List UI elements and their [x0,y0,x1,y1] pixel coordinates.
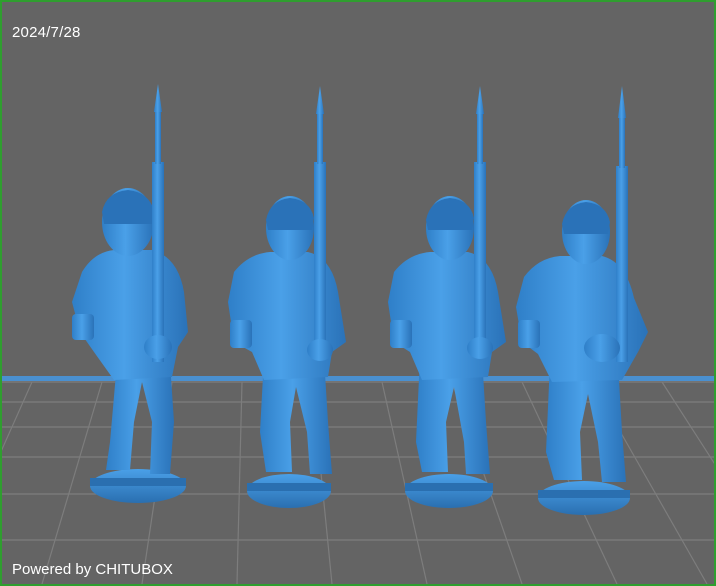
soldier-figure-1[interactable] [72,84,188,503]
scene-canvas[interactable] [2,2,714,584]
powered-by-label: Powered by CHITUBOX [12,561,173,578]
soldier-figure-3[interactable] [388,86,506,508]
date-stamp: 2024/7/28 [12,24,81,41]
soldier-figure-4[interactable] [516,86,648,515]
soldier-figure-2[interactable] [228,86,346,508]
viewer-frame: 2024/7/28 Powered by CHITUBOX [0,0,716,586]
3d-viewport[interactable]: 2024/7/28 Powered by CHITUBOX [2,2,714,584]
